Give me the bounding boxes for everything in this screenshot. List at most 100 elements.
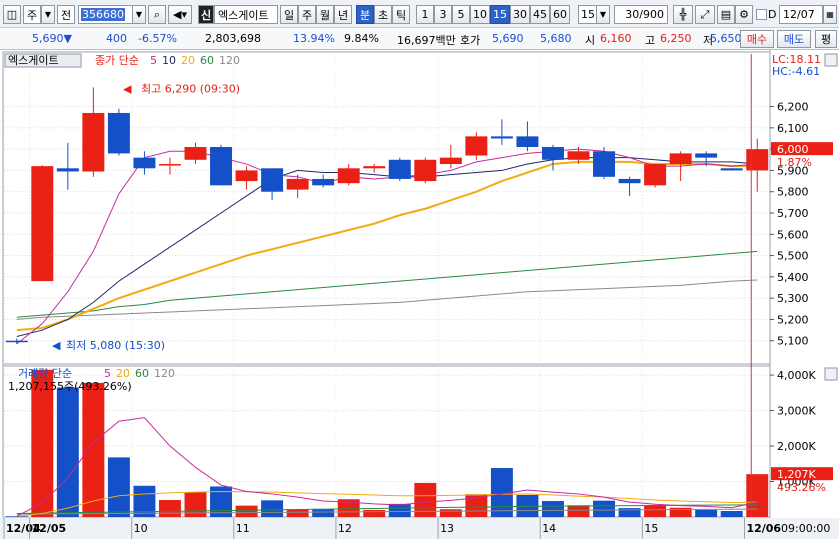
market-select[interactable]: 주 <box>23 5 41 24</box>
x-label-3: 11 <box>236 522 250 535</box>
period-button-1[interactable]: 주 <box>298 5 316 24</box>
candle-type-icon[interactable]: ╬ <box>673 5 693 24</box>
eval-button[interactable]: 평 <box>815 30 837 48</box>
candle-body-21 <box>541 147 564 160</box>
stock-name: 엑스게이트 <box>214 5 278 24</box>
period-button-3[interactable]: 년 <box>334 5 352 24</box>
time-label: 09:00:00 <box>781 522 830 535</box>
interval-button-1[interactable]: 1 <box>416 5 434 24</box>
volume-legend-ma-120: 120 <box>154 367 175 380</box>
volume-legend-ma-20: 20 <box>116 367 130 380</box>
volume-bar-3 <box>82 382 105 517</box>
current-volume-tag-text: 1,207K <box>777 468 816 481</box>
candle-body-1 <box>31 166 54 282</box>
volume-bar-12 <box>312 508 335 517</box>
volume-bar-11 <box>286 509 309 517</box>
volume-bar-17 <box>439 509 462 517</box>
period-button-6[interactable]: 틱 <box>392 5 410 24</box>
date-input[interactable]: 12/07 <box>779 5 823 24</box>
interval-select[interactable]: 15 <box>578 5 598 24</box>
code-dropdown-icon[interactable]: ▼ <box>132 5 146 24</box>
candle-body-10 <box>261 168 284 192</box>
date-checkbox[interactable] <box>756 9 767 20</box>
candle-16 <box>414 157 437 184</box>
volume-bar-10 <box>261 500 284 517</box>
x-label-6: 14 <box>542 522 556 535</box>
candle-body-26 <box>669 153 692 165</box>
candle-body-6 <box>158 164 181 166</box>
candle-body-23 <box>593 151 616 177</box>
x-label-4: 12 <box>338 522 352 535</box>
candle-body-16 <box>414 159 437 182</box>
price-tick-label-1: 5,200 <box>777 313 809 326</box>
high-annotation: 최고 6,290 (09:30) <box>141 82 240 95</box>
interval-button-60[interactable]: 60 <box>550 5 570 24</box>
volume-legend-ma-60: 60 <box>135 367 149 380</box>
buy-button[interactable]: 매수 <box>740 30 774 48</box>
new-listing-badge: 신 <box>198 5 214 24</box>
x-axis-bar <box>0 518 839 539</box>
period-button-2[interactable]: 월 <box>316 5 334 24</box>
x-label-1: 12/05 <box>32 522 67 535</box>
turnover-pct: 13.94% <box>293 32 335 45</box>
volume-bar-15 <box>388 503 411 517</box>
candle-body-19 <box>490 136 513 139</box>
volume-panel-collapse-icon[interactable] <box>824 367 838 381</box>
volume-bar-16 <box>414 482 437 517</box>
volume-bar-29 <box>746 474 769 517</box>
chart-toolbar: ◫ 주 ▼ 전 356680 ▼ ⌕ ◀▾ 신 엑스게이트 일주월년분초틱 13… <box>0 0 839 28</box>
candle-body-15 <box>388 159 411 179</box>
volume-bar-6 <box>158 499 181 517</box>
price-panel-collapse-icon[interactable] <box>824 53 838 67</box>
interval-button-45[interactable]: 45 <box>530 5 550 24</box>
stock-chart[interactable]: 12/0412/05 10 11 12 13 14 15 12/06 09:00:00 5,10… <box>0 50 839 539</box>
period-button-4[interactable]: 분 <box>356 5 374 24</box>
volume-bar-21 <box>541 501 564 517</box>
candle-8 <box>210 144 233 186</box>
draw-tool-icon[interactable]: ⤢ <box>695 5 715 24</box>
layout-icon[interactable]: ◫ <box>3 5 21 24</box>
ask-price: 5,690 <box>492 32 524 45</box>
volume-bar-27 <box>695 509 718 517</box>
interval-dropdown-icon[interactable]: ▼ <box>596 5 610 24</box>
candle-body-13 <box>337 168 360 184</box>
volume-value: 2,803,698 <box>205 32 261 45</box>
interval-button-3[interactable]: 3 <box>434 5 452 24</box>
x-label-8: 12/06 <box>746 522 781 535</box>
volume-tick-label-2: 3,000K <box>777 405 816 418</box>
price-tick-label-11: 6,200 <box>777 101 809 114</box>
gear-icon[interactable]: ⚙ <box>735 5 753 24</box>
interval-button-30[interactable]: 30 <box>510 5 530 24</box>
price-legend-ma-60: 60 <box>200 54 214 67</box>
prev-select[interactable]: 전 <box>57 5 75 24</box>
candle-15 <box>388 157 411 182</box>
sell-button[interactable]: 매도 <box>777 30 811 48</box>
interval-button-15[interactable]: 15 <box>490 5 510 24</box>
candle-body-3 <box>82 112 105 172</box>
candle-body-11 <box>286 178 309 190</box>
current-price: 5,690▼ <box>32 32 72 45</box>
volume-bar-28 <box>720 510 743 517</box>
candle-body-20 <box>516 136 539 148</box>
volume-tick-label-3: 4,000K <box>777 369 816 382</box>
price-legend-prefix: 종가 단순 <box>95 54 139 67</box>
market-dropdown-icon[interactable]: ▼ <box>41 5 55 24</box>
volume-bar-22 <box>567 505 590 517</box>
period-button-0[interactable]: 일 <box>280 5 298 24</box>
candle-1 <box>31 165 54 282</box>
calendar-icon[interactable]: ▦ <box>823 5 837 24</box>
volume-ratio: 9.84% <box>344 32 379 45</box>
interval-button-10[interactable]: 10 <box>470 5 490 24</box>
low-annotation: 최저 5,080 (15:30) <box>66 339 165 352</box>
interval-button-5[interactable]: 5 <box>452 5 470 24</box>
volume-legend-ma-5: 5 <box>104 367 111 380</box>
speaker-icon[interactable]: ◀▾ <box>168 5 192 24</box>
period-button-5[interactable]: 초 <box>374 5 392 24</box>
price-tick-label-6: 5,700 <box>777 207 809 220</box>
candle-23 <box>593 147 616 179</box>
save-icon[interactable]: ▤ <box>717 5 735 24</box>
volume-legend-prefix: 거래량 단순 <box>18 367 72 380</box>
candle-body-14 <box>363 166 386 169</box>
count-input[interactable]: 30/900 <box>614 5 668 24</box>
search-icon[interactable]: ⌕ <box>148 5 166 24</box>
